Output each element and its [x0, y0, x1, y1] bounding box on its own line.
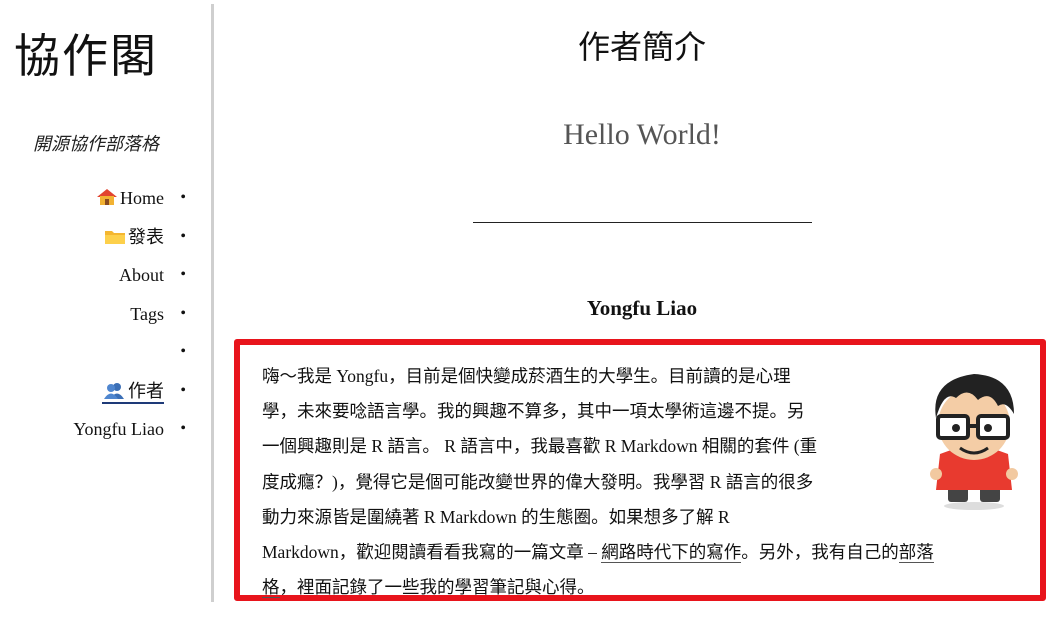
site-subtitle: 開源協作部落格 [33, 134, 159, 155]
author-name: Yongfu Liao [586, 296, 698, 320]
blog-link-part2[interactable]: 格 [262, 577, 280, 599]
nav-item-empty [73, 340, 186, 379]
bio-line-7-text: ，裡面記錄了一些我的學習筆記與心得。 [279, 577, 595, 598]
nav-item-home[interactable]: Home [73, 186, 186, 225]
nav-label-about: About [119, 265, 164, 285]
bio-line-5: 動力來源皆是圍繞著 R Markdown 的生態圈。如果想多了解 R [262, 506, 730, 527]
main-content: 作者簡介 Hello World! Yongfu Liao 嗨〜我是 Yongf… [234, 0, 1050, 617]
nav-label-author: 作者 [128, 380, 164, 401]
bio-line-3: 一個興趣則是 R 語言。 R 語言中，我最喜歡 R Markdown 相關的套件… [262, 436, 818, 457]
nav-label-posts: 發表 [128, 226, 164, 247]
sidebar-divider [211, 4, 214, 602]
bio-line-4: 度成癮？)，覺得它是個可能改變世界的偉大發明。我學習 R 語言的很多 [262, 471, 814, 492]
folder-icon [105, 230, 125, 244]
nav-item-yongfu[interactable]: Yongfu Liao [73, 417, 185, 456]
nav-active-underline: 作者 [102, 380, 164, 404]
blog-link-part1[interactable]: 部落 [898, 542, 934, 564]
bio-line-7: 格，裡面記錄了一些我的學習筆記與心得。 [262, 570, 1032, 605]
bio-highlight-box: 嗨〜我是 Yongfu，目前是個快變成菸酒生的大學生。目前讀的是心理 學，未來要… [234, 339, 1046, 601]
bio-line-1: 嗨〜我是 Yongfu，目前是個快變成菸酒生的大學生。目前讀的是心理 [262, 366, 791, 386]
greeting-text: Hello World! [563, 118, 721, 151]
sidebar: 協作閣 開源協作部落格 Home 發表 About Tags [0, 0, 214, 605]
horizontal-rule [473, 222, 812, 223]
bio-line-2: 學，未來要唸語言學。我的興趣不算多，其中一項太學術這邊不提。另 [262, 401, 805, 422]
nav-item-tags[interactable]: Tags [73, 302, 185, 341]
bio-line-6: Markdown，歡迎閱讀看看我寫的一篇文章 – 網路時代下的寫作。另外，我有自… [262, 535, 1032, 570]
nav-item-author[interactable]: 作者 [73, 379, 186, 418]
nav-item-about[interactable]: About [73, 263, 186, 302]
bio-paragraph: 嗨〜我是 Yongfu，目前是個快變成菸酒生的大學生。目前讀的是心理 學，未來要… [262, 359, 1032, 605]
nav-item-posts[interactable]: 發表 [73, 225, 186, 264]
house-icon [97, 189, 117, 205]
page-title: 作者簡介 [577, 28, 706, 66]
nav-label-tags: Tags [130, 303, 164, 324]
bio-line-6-text: Markdown，歡迎閱讀看看我寫的一篇文章 – [262, 542, 602, 563]
nav-label-yongfu: Yongfu Liao [73, 419, 164, 439]
nav-label-home: Home [120, 188, 164, 208]
nav-menu: Home 發表 About Tags 作者 Yongfu Liao [73, 186, 186, 456]
people-icon [104, 382, 124, 399]
bio-line-6-mid: 。另外，我有自己的 [741, 542, 899, 563]
writing-article-link[interactable]: 網路時代下的寫作 [601, 542, 742, 564]
site-title[interactable]: 協作閣 [14, 20, 158, 86]
